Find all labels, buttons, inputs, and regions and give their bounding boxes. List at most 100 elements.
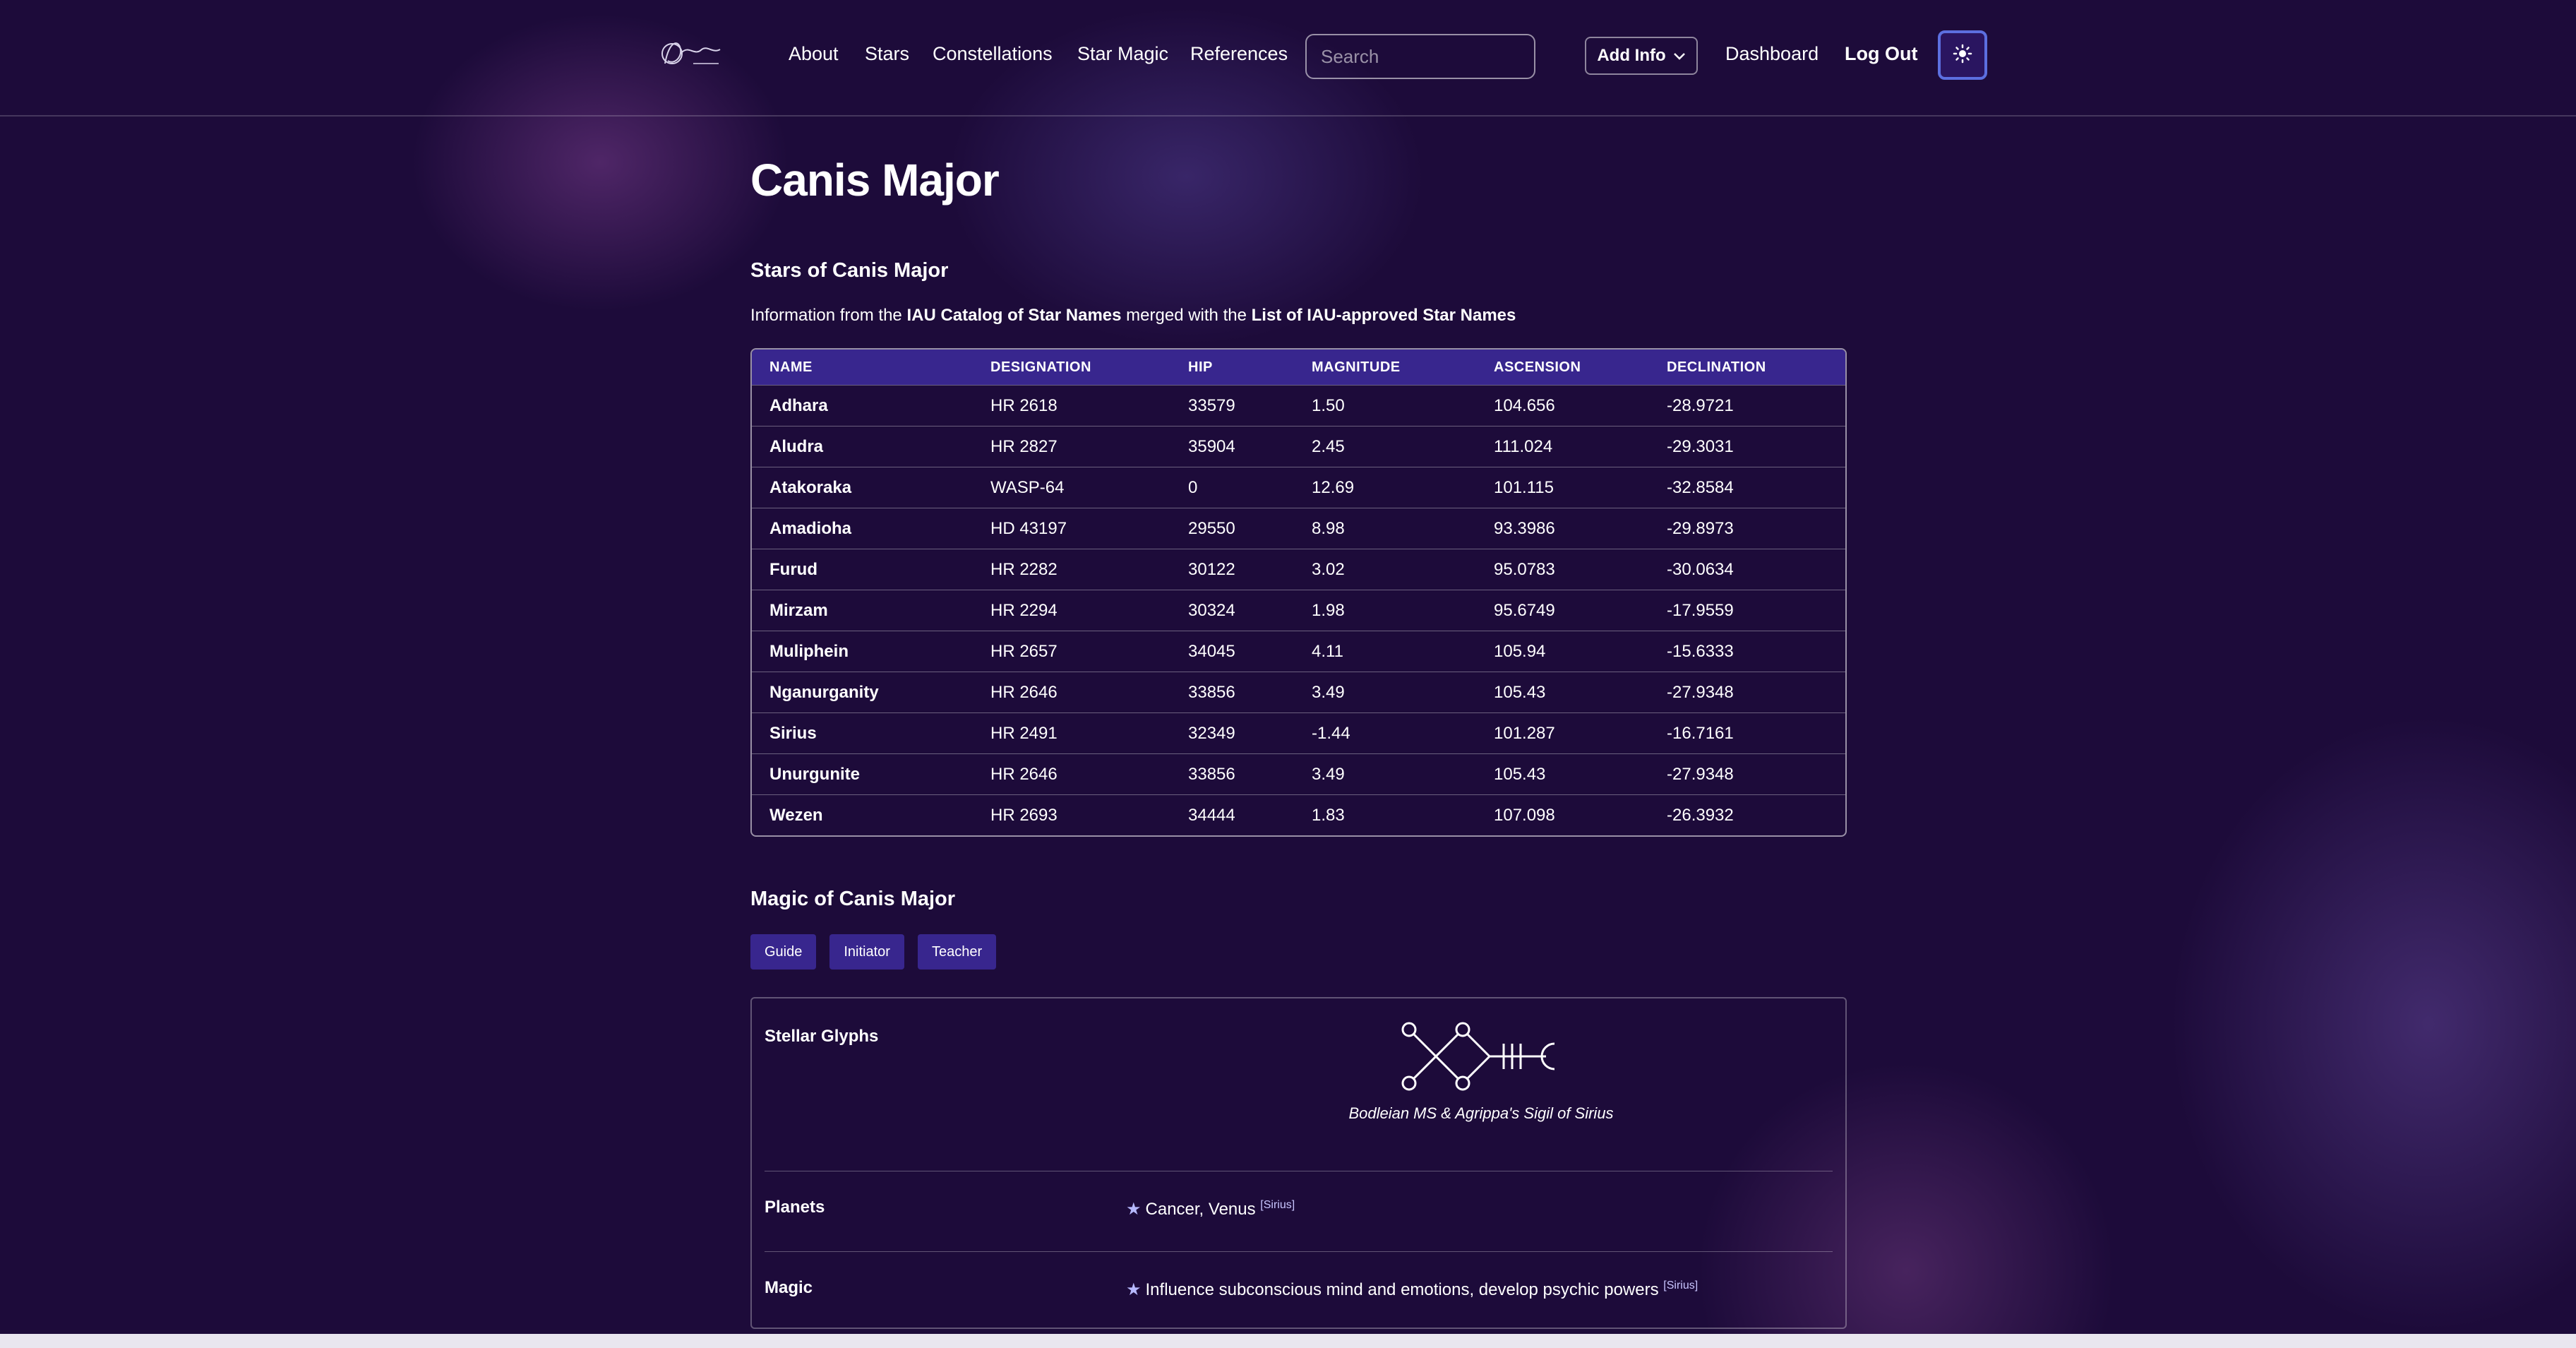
cell-name[interactable]: Adhara: [752, 385, 973, 426]
cell-name[interactable]: Aludra: [752, 426, 973, 467]
cell-ascension: 105.43: [1476, 672, 1649, 712]
column-header-hip: HIP: [1170, 350, 1294, 385]
cell-hip: 30324: [1170, 590, 1294, 631]
cell-name[interactable]: Mirzam: [752, 590, 973, 631]
stellar-glyphs-label: Stellar Glyphs: [765, 1027, 879, 1046]
table-row: Aludra HR 2827 35904 2.45 111.024 -29.3031: [752, 426, 1845, 467]
stars-table: NAME DESIGNATION HIP MAGNITUDE ASCENSION…: [750, 348, 1847, 837]
cell-ascension: 111.024: [1476, 426, 1649, 467]
cell-declination: -28.9721: [1649, 385, 1845, 426]
cell-magnitude: 1.83: [1294, 794, 1476, 835]
cell-ascension: 95.6749: [1476, 590, 1649, 631]
site-logo[interactable]: [658, 32, 726, 76]
cell-name[interactable]: Amadioha: [752, 508, 973, 549]
cell-hip: 29550: [1170, 508, 1294, 549]
tag-guide[interactable]: Guide: [750, 934, 817, 970]
nav-dashboard-link[interactable]: Dashboard: [1725, 40, 1819, 68]
cell-hip: 30122: [1170, 549, 1294, 590]
cell-magnitude: 3.49: [1294, 753, 1476, 794]
add-info-dropdown[interactable]: Add Info: [1585, 37, 1698, 75]
cell-ascension: 105.43: [1476, 753, 1649, 794]
cell-declination: -32.8584: [1649, 467, 1845, 508]
cell-declination: -26.3932: [1649, 794, 1845, 835]
top-navbar: About Stars Constellations Star Magic Re…: [0, 0, 2576, 117]
cell-declination: -16.7161: [1649, 712, 1845, 753]
magic-value: ★ Influence subconscious mind and emotion…: [1126, 1280, 1698, 1300]
sirius-sigil-glyph: [1398, 1020, 1567, 1097]
cell-hip: 0: [1170, 467, 1294, 508]
table-row: Adhara HR 2618 33579 1.50 104.656 -28.9721: [752, 385, 1845, 426]
cell-declination: -30.0634: [1649, 549, 1845, 590]
table-row: Nganurganity HR 2646 33856 3.49 105.43 -27.93…: [752, 672, 1845, 712]
cell-ascension: 93.3986: [1476, 508, 1649, 549]
column-header-magnitude: MAGNITUDE: [1294, 350, 1476, 385]
table-row: Muliphein HR 2657 34045 4.11 105.94 -15.6333: [752, 631, 1845, 672]
nav-stars-link[interactable]: Stars: [865, 40, 909, 68]
magic-section-heading: Magic of Canis Major: [750, 888, 956, 910]
magic-source-ref[interactable]: [Sirius]: [1663, 1280, 1698, 1292]
column-header-designation: DESIGNATION: [973, 350, 1170, 385]
iau-list-source: List of IAU-approved Star Names: [1251, 306, 1516, 325]
nav-constellations-link[interactable]: Constellations: [933, 40, 1053, 68]
nav-about-link[interactable]: About: [789, 40, 839, 68]
cell-ascension: 101.115: [1476, 467, 1649, 508]
nav-star-magic-link[interactable]: Star Magic: [1077, 40, 1168, 68]
search-input[interactable]: [1305, 34, 1535, 79]
magic-details-card: Stellar Glyphs Bodleian MS & Agrippa's S…: [750, 997, 1847, 1329]
cell-hip: 33579: [1170, 385, 1294, 426]
stars-section-heading: Stars of Canis Major: [750, 259, 949, 282]
cell-ascension: 104.656: [1476, 385, 1649, 426]
cell-designation: HR 2646: [973, 753, 1170, 794]
table-row: Wezen HR 2693 34444 1.83 107.098 -26.3932: [752, 794, 1845, 835]
logout-link[interactable]: Log Out: [1845, 40, 1917, 68]
table-row: Amadioha HD 43197 29550 8.98 93.3986 -29.8973: [752, 508, 1845, 549]
cell-name[interactable]: Atakoraka: [752, 467, 973, 508]
cell-designation: HR 2618: [973, 385, 1170, 426]
magic-tags: Guide Initiator Teacher: [750, 934, 997, 970]
cell-magnitude: 12.69: [1294, 467, 1476, 508]
cell-designation: WASP-64: [973, 467, 1170, 508]
table-row: Furud HR 2282 30122 3.02 95.0783 -30.0634: [752, 549, 1845, 590]
cell-hip: 34444: [1170, 794, 1294, 835]
planets-source-ref[interactable]: [Sirius]: [1260, 1199, 1295, 1211]
cell-name[interactable]: Unurgunite: [752, 753, 973, 794]
cell-designation: HR 2693: [973, 794, 1170, 835]
nav-references-link[interactable]: References: [1190, 40, 1288, 68]
cell-declination: -15.6333: [1649, 631, 1845, 672]
cell-name[interactable]: Nganurganity: [752, 672, 973, 712]
cell-name[interactable]: Wezen: [752, 794, 973, 835]
planets-value: ★ Cancer, Venus [Sirius]: [1126, 1199, 1295, 1219]
tag-initiator[interactable]: Initiator: [829, 934, 904, 970]
theme-toggle-button[interactable]: [1938, 30, 1987, 80]
cell-ascension: 105.94: [1476, 631, 1649, 672]
star-bullet-icon: ★: [1126, 1200, 1142, 1219]
cell-hip: 33856: [1170, 753, 1294, 794]
card-divider: [765, 1251, 1833, 1252]
cell-ascension: 107.098: [1476, 794, 1649, 835]
tag-teacher[interactable]: Teacher: [917, 934, 997, 970]
os-taskbar: [0, 1334, 2576, 1348]
planets-label: Planets: [765, 1198, 825, 1217]
cell-designation: HR 2646: [973, 672, 1170, 712]
cell-magnitude: 1.98: [1294, 590, 1476, 631]
cell-magnitude: -1.44: [1294, 712, 1476, 753]
glyph-caption: Bodleian MS & Agrippa's Sigil of Sirius: [1348, 1104, 1614, 1122]
column-header-ascension: ASCENSION: [1476, 350, 1649, 385]
cell-designation: HR 2827: [973, 426, 1170, 467]
cell-designation: HR 2294: [973, 590, 1170, 631]
cell-magnitude: 4.11: [1294, 631, 1476, 672]
column-header-declination: DECLINATION: [1649, 350, 1845, 385]
cell-name[interactable]: Furud: [752, 549, 973, 590]
cell-name[interactable]: Muliphein: [752, 631, 973, 672]
cell-hip: 34045: [1170, 631, 1294, 672]
cell-ascension: 101.287: [1476, 712, 1649, 753]
magic-text: Influence subconscious mind and emotions…: [1145, 1280, 1659, 1299]
cell-hip: 33856: [1170, 672, 1294, 712]
source-intro-text: Information from the IAU Catalog of Star…: [750, 306, 1516, 326]
cell-declination: -29.3031: [1649, 426, 1845, 467]
cell-name[interactable]: Sirius: [752, 712, 973, 753]
table-row: Unurgunite HR 2646 33856 3.49 105.43 -27.9348: [752, 753, 1845, 794]
cell-designation: HR 2657: [973, 631, 1170, 672]
sun-icon: [1953, 44, 1972, 67]
planets-text: Cancer, Venus: [1145, 1200, 1256, 1219]
